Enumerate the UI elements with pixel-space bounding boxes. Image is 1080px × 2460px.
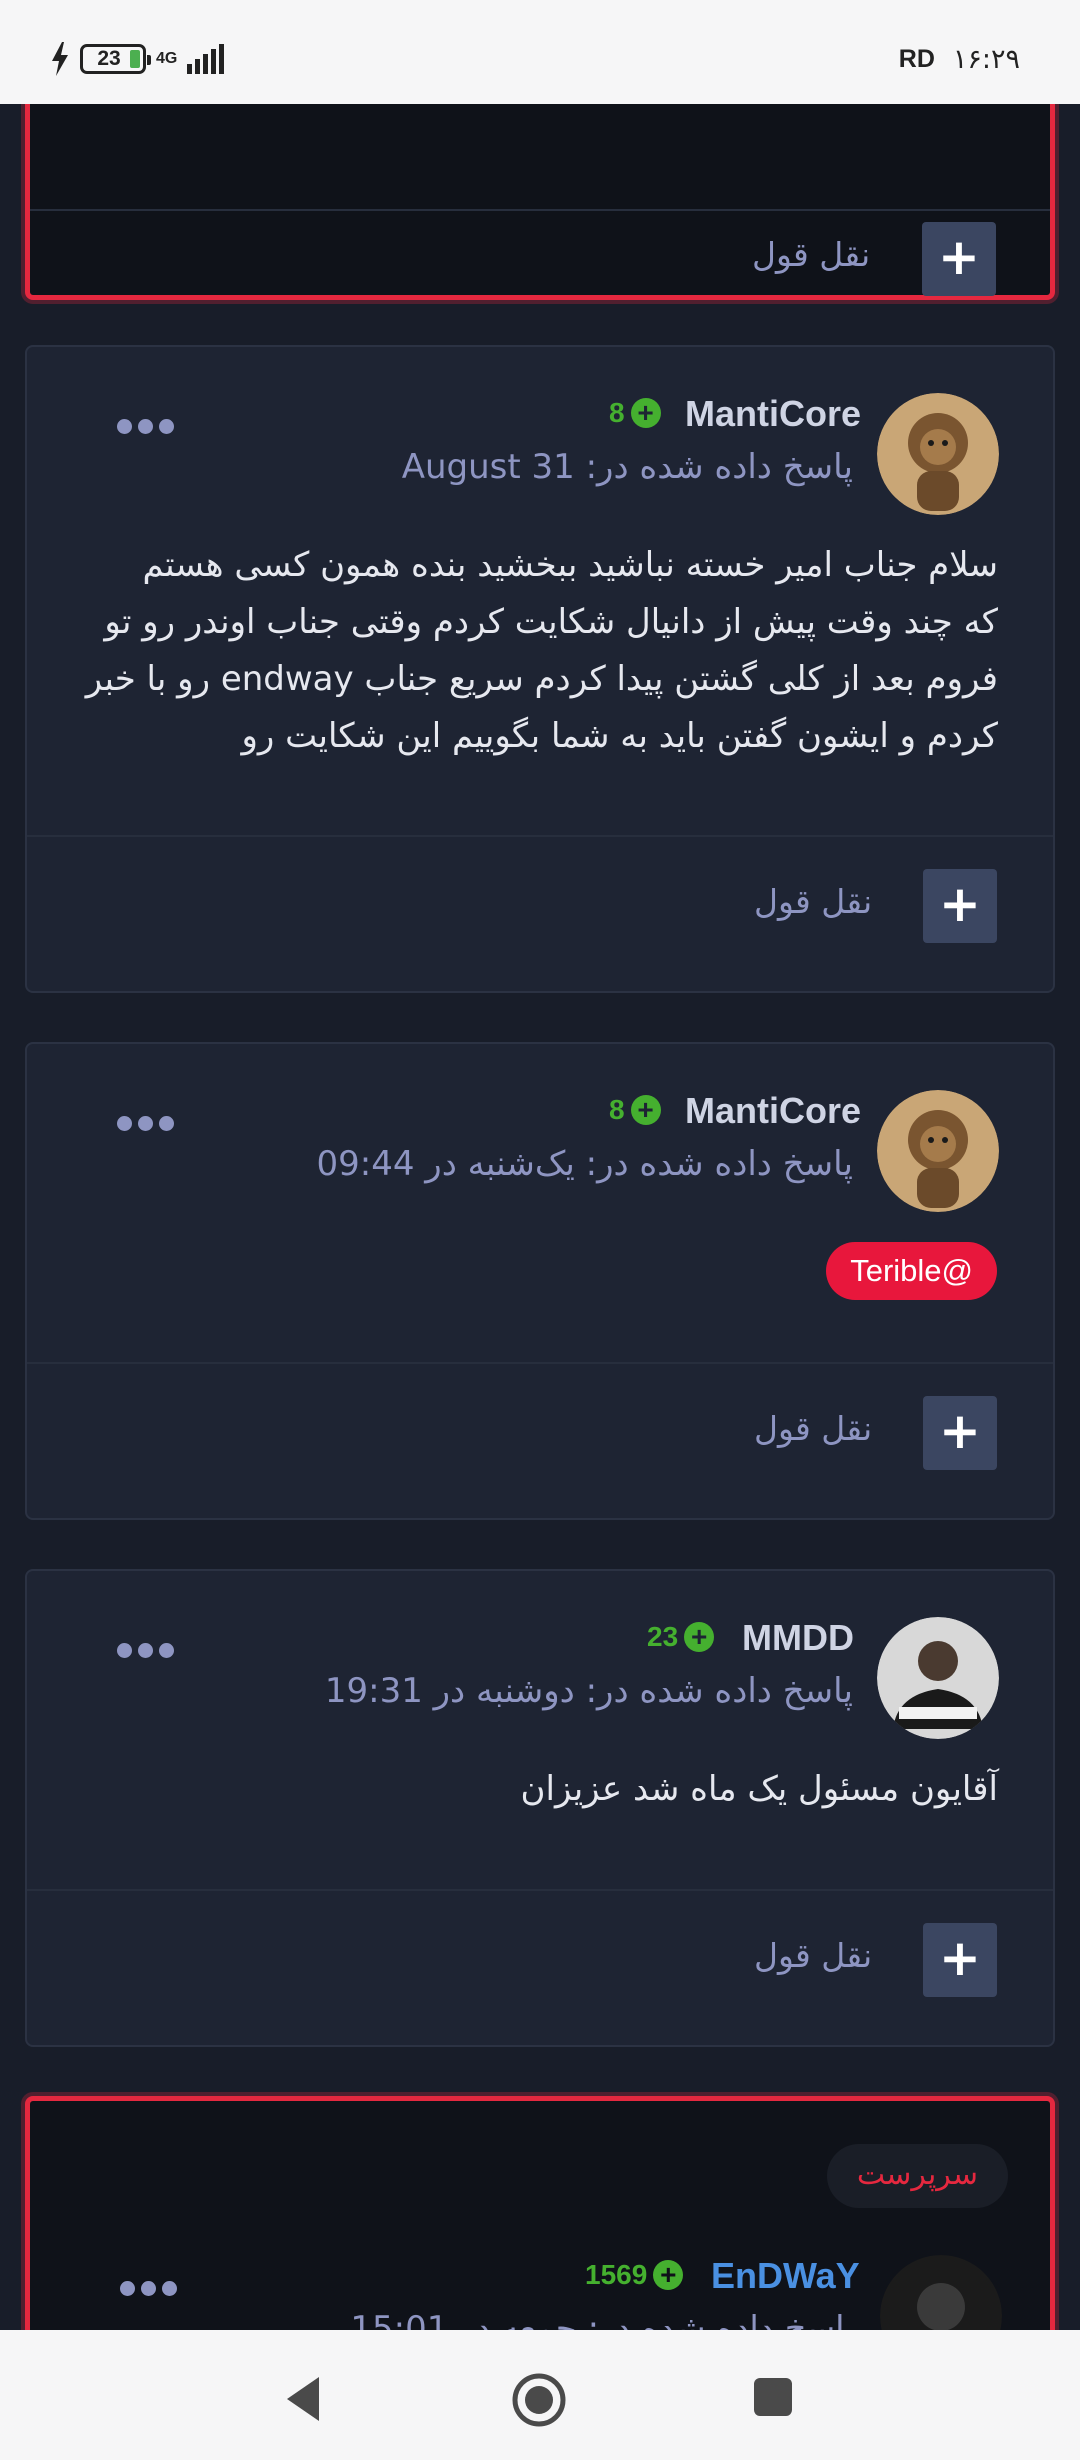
avatar[interactable] bbox=[877, 1090, 999, 1212]
more-options-icon[interactable] bbox=[120, 2281, 177, 2296]
plus-circle-icon: + bbox=[630, 1095, 661, 1125]
post-body-line: فروم بعد از کلی گشتن پیدا کردم سریع جناب… bbox=[85, 659, 998, 699]
home-circle-icon bbox=[512, 2373, 566, 2427]
back-triangle-icon bbox=[287, 2377, 319, 2421]
posted-date: پاسخ داده شده در: جمعه در 15:01 bbox=[350, 2309, 855, 2330]
role-badge: سرپرست bbox=[826, 2144, 1008, 2208]
reputation-badge: 8 + bbox=[609, 1094, 661, 1126]
posted-date: پاسخ داده شده در: یک‌شنبه در 09:44 bbox=[316, 1144, 853, 1184]
quote-plus-button[interactable]: + bbox=[923, 1396, 997, 1470]
plus-circle-icon: + bbox=[630, 398, 661, 428]
reputation-badge: 8 + bbox=[609, 397, 661, 429]
battery-level: 23 bbox=[97, 47, 121, 70]
posted-date: پاسخ داده شده در: August 31 bbox=[401, 447, 853, 487]
carrier-label: RD bbox=[898, 45, 935, 73]
quote-bar bbox=[27, 1889, 1053, 1891]
dark-avatar-icon bbox=[880, 2255, 1002, 2330]
status-bar: 23 4G RD ۱۶:۲۹ bbox=[0, 0, 1080, 104]
quote-plus-button[interactable]: + bbox=[923, 1923, 997, 1997]
post-body: آقایون مسئول یک ماه شد عزیزان bbox=[520, 1769, 998, 1809]
status-left: 23 4G bbox=[50, 42, 225, 76]
post-body: سلام جناب امیر خسته نباشید ببخشید بنده ه… bbox=[68, 537, 998, 765]
reputation-badge: 23 + bbox=[647, 1621, 715, 1653]
username[interactable]: MMDD bbox=[742, 1617, 854, 1659]
charging-icon bbox=[52, 42, 68, 76]
quote-plus-button[interactable]: + bbox=[922, 222, 996, 296]
post-item: MantiCore 8 + پاسخ داده شده در: یک‌شنبه … bbox=[25, 1042, 1055, 1520]
network-type: 4G bbox=[156, 50, 178, 67]
quote-plus-button[interactable]: + bbox=[923, 869, 997, 943]
system-nav-bar bbox=[0, 2330, 1080, 2460]
mention-tag[interactable]: Terible@ bbox=[826, 1242, 997, 1300]
topic-posts[interactable]: + نقل قول MantiCore 8 + پاسخ داده شده در… bbox=[0, 104, 1080, 2330]
quote-label[interactable]: نقل قول bbox=[752, 235, 870, 274]
reputation-value: 1569 bbox=[585, 2259, 648, 2290]
username[interactable]: MantiCore bbox=[685, 1090, 861, 1132]
post-item: MMDD 23 + پاسخ داده شده در: دوشنبه در 19… bbox=[25, 1569, 1055, 2047]
user-photo-avatar-icon bbox=[877, 1617, 999, 1739]
home-button[interactable] bbox=[511, 2372, 567, 2432]
plus-circle-icon: + bbox=[653, 2260, 684, 2290]
avatar[interactable] bbox=[880, 2255, 1002, 2330]
signal-icon bbox=[187, 44, 225, 74]
more-options-icon[interactable] bbox=[117, 1643, 174, 1658]
quote-bar bbox=[30, 209, 1050, 211]
recents-square-icon bbox=[754, 2378, 792, 2416]
quote-bar bbox=[27, 835, 1053, 837]
status-right: RD ۱۶:۲۹ bbox=[899, 44, 1020, 75]
recents-button[interactable] bbox=[752, 2376, 794, 2422]
quote-label[interactable]: نقل قول bbox=[754, 882, 872, 921]
post-body-line: که چند وقت پیش از دانیال شکایت کردم وقتی… bbox=[104, 602, 998, 642]
username[interactable]: MantiCore bbox=[685, 393, 861, 435]
quote-label[interactable]: نقل قول bbox=[754, 1936, 872, 1975]
reputation-value: 8 bbox=[609, 1094, 625, 1125]
reputation-badge: 1569 + bbox=[585, 2259, 684, 2291]
posted-date: پاسخ داده شده در: دوشنبه در 19:31 bbox=[324, 1671, 853, 1711]
post-staff: سرپرست EnDWaY 1569 + پاسخ داده شده در: ج… bbox=[25, 2096, 1055, 2330]
quote-label[interactable]: نقل قول bbox=[754, 1409, 872, 1448]
username[interactable]: EnDWaY bbox=[711, 2255, 860, 2297]
quote-bar bbox=[27, 1362, 1053, 1364]
clock: ۱۶:۲۹ bbox=[952, 44, 1020, 75]
avatar[interactable] bbox=[877, 393, 999, 515]
more-options-icon[interactable] bbox=[117, 419, 174, 434]
more-options-icon[interactable] bbox=[117, 1116, 174, 1131]
plus-circle-icon: + bbox=[684, 1622, 715, 1652]
back-button[interactable] bbox=[283, 2375, 323, 2427]
post-body-line: سلام جناب امیر خسته نباشید ببخشید بنده ه… bbox=[142, 545, 998, 585]
battery-icon: 23 bbox=[80, 44, 151, 74]
post-body-line: کردم و ایشون گفتن باید به شما بگوییم این… bbox=[241, 716, 998, 756]
post-item: MantiCore 8 + پاسخ داده شده در: August 3… bbox=[25, 345, 1055, 993]
reputation-value: 23 bbox=[647, 1621, 679, 1652]
post-staff-tail: + نقل قول bbox=[25, 104, 1055, 300]
reputation-value: 8 bbox=[609, 397, 625, 428]
lion-avatar-icon bbox=[877, 393, 999, 515]
avatar[interactable] bbox=[877, 1617, 999, 1739]
lion-avatar-icon bbox=[877, 1090, 999, 1212]
